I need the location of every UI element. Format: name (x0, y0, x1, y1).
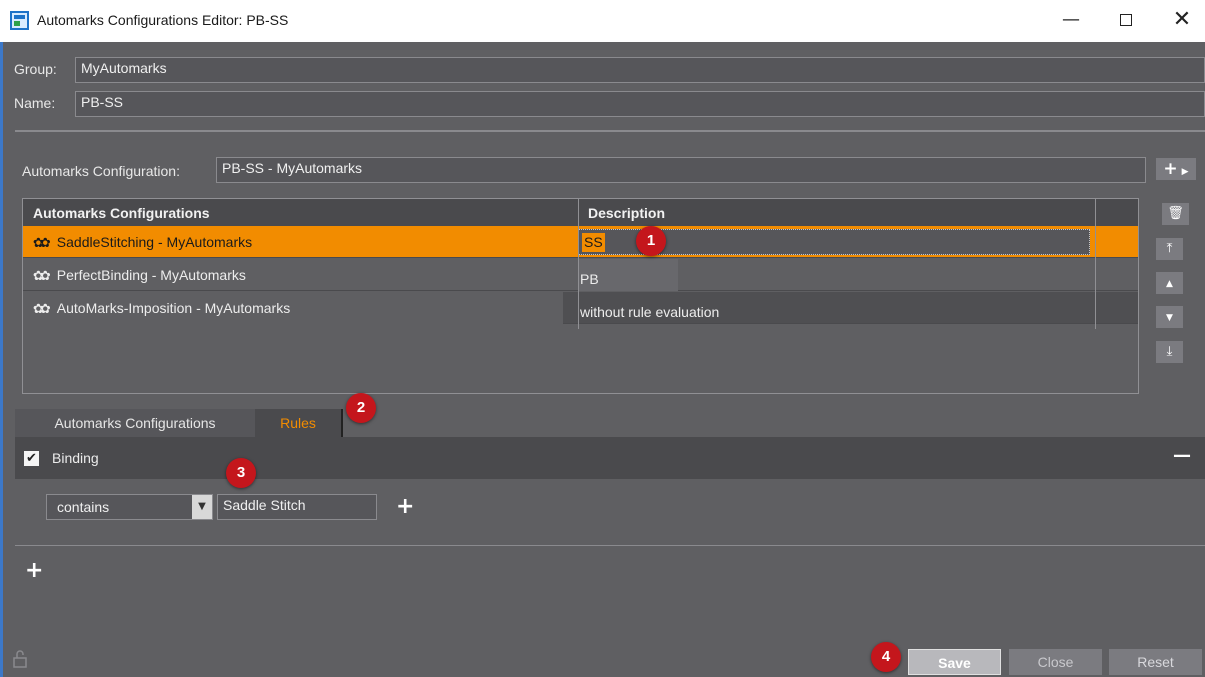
column-header-description[interactable]: Description (578, 199, 1095, 226)
column-divider (578, 199, 579, 329)
close-button[interactable]: Close (1009, 649, 1102, 675)
dropdown-arrow-icon[interactable]: ▼ (192, 495, 212, 519)
move-top-button[interactable]: ⤒ (1156, 238, 1183, 260)
callout-badge-4: 4 (871, 642, 901, 672)
unlock-icon[interactable] (13, 650, 27, 668)
add-condition-button[interactable]: + (396, 494, 414, 519)
maximize-button[interactable] (1103, 0, 1149, 40)
condition-operator-value: contains (57, 499, 110, 515)
table-header: Automarks Configurations Description (23, 199, 1138, 226)
condition-value-input[interactable]: Saddle Stitch (217, 494, 377, 520)
move-bottom-icon: ⤓ (1166, 344, 1173, 359)
column-header-configurations[interactable]: Automarks Configurations (23, 199, 578, 226)
row-name: AutoMarks-Imposition - MyAutomarks (56, 300, 291, 316)
window-title: Automarks Configurations Editor: PB-SS (37, 12, 289, 28)
condition-operator-select[interactable]: contains ▼ (46, 494, 213, 520)
callout-badge-3: 3 (226, 458, 256, 488)
save-button[interactable]: Save (908, 649, 1001, 675)
move-down-button[interactable]: ▼ (1156, 306, 1183, 328)
callout-badge-1: 1 (636, 226, 666, 256)
maximize-icon (1120, 14, 1132, 26)
close-window-button[interactable]: ✕ (1159, 0, 1205, 40)
app-icon (10, 11, 29, 30)
automarks-configuration-field[interactable]: PB-SS - MyAutomarks (216, 157, 1146, 183)
plus-icon: + (1163, 159, 1178, 179)
collapse-button[interactable]: — (1173, 445, 1191, 466)
table-row[interactable]: ✿✿ SaddleStitching - MyAutomarks SS (23, 226, 1138, 258)
add-rule-button[interactable]: + (25, 558, 43, 583)
column-divider (1095, 199, 1096, 329)
gears-icon: ✿✿ (33, 236, 51, 251)
callout-badge-2: 2 (346, 393, 376, 423)
binding-label: Binding (52, 450, 99, 466)
move-top-icon: ⤒ (1166, 241, 1173, 256)
gears-icon: ✿✿ (33, 302, 51, 317)
separator (15, 545, 1205, 546)
tab-automarks-configurations[interactable]: Automarks Configurations (15, 409, 255, 437)
group-label: Group: (14, 61, 57, 77)
gears-icon: ✿✿ (33, 269, 51, 284)
row-description: without rule evaluation (580, 304, 720, 320)
table-row[interactable]: ✿✿ AutoMarks-Imposition - MyAutomarks wit… (23, 292, 1138, 324)
reset-button[interactable]: Reset (1109, 649, 1202, 675)
chevron-right-icon: ▶ (1181, 167, 1189, 177)
delete-button[interactable]: 🗑 (1162, 203, 1189, 225)
tab-rules[interactable]: Rules (255, 409, 343, 437)
rule-group-header: ✔ Binding — (15, 437, 1205, 479)
name-field[interactable]: PB-SS (75, 91, 1205, 117)
row-description: PB (578, 259, 678, 291)
group-field[interactable]: MyAutomarks (75, 57, 1205, 83)
minimize-button[interactable]: — (1048, 0, 1094, 40)
row-name: SaddleStitching - MyAutomarks (56, 234, 253, 250)
configurations-table: Automarks Configurations Description ✿✿ S… (22, 198, 1139, 394)
move-bottom-button[interactable]: ⤓ (1156, 341, 1183, 363)
binding-checkbox[interactable]: ✔ (24, 451, 39, 466)
row-name: PerfectBinding - MyAutomarks (56, 267, 246, 283)
separator (15, 130, 1205, 132)
arrow-down-icon: ▼ (1166, 313, 1173, 323)
move-up-button[interactable]: ▲ (1156, 272, 1183, 294)
window-left-border (0, 42, 3, 677)
add-configuration-button[interactable]: + ▶ (1156, 158, 1196, 180)
name-label: Name: (14, 95, 56, 111)
table-row[interactable]: ✿✿ PerfectBinding - MyAutomarks PB (23, 259, 1138, 291)
trash-icon: 🗑 (1167, 206, 1184, 221)
arrow-up-icon: ▲ (1166, 279, 1173, 289)
title-bar: Automarks Configurations Editor: PB-SS —… (0, 0, 1205, 42)
description-input[interactable]: SS (582, 233, 605, 252)
automarks-configuration-label: Automarks Configuration: (22, 163, 180, 179)
